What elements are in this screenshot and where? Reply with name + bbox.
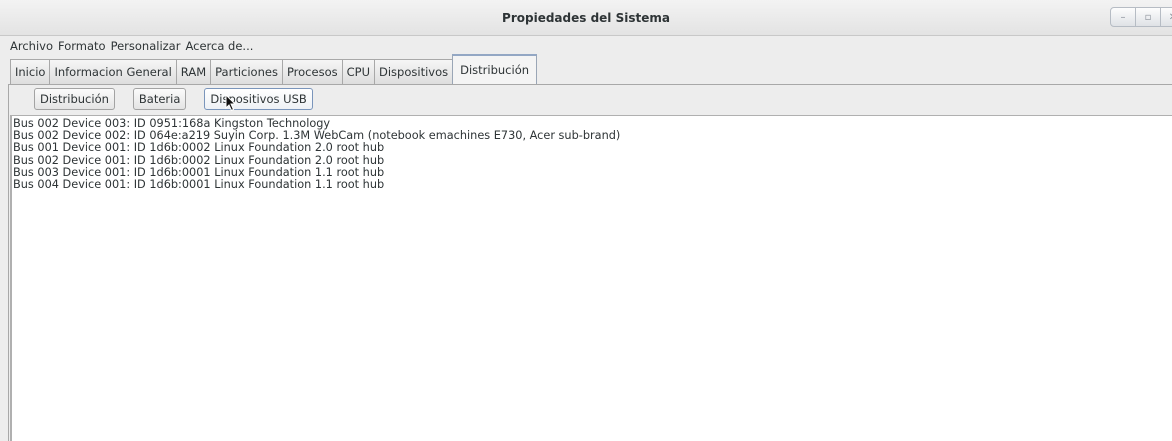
window-title: Propiedades del Sistema — [502, 11, 670, 25]
menu-bar: Archivo Formato Personalizar Acerca de..… — [0, 36, 1172, 56]
title-bar[interactable]: Propiedades del Sistema – ▫ ✕ — [0, 0, 1172, 36]
tab-informacion-general[interactable]: Informacion General — [49, 59, 177, 84]
menu-formato[interactable]: Formato — [58, 39, 106, 53]
tab-bar: Inicio Informacion General RAM Particion… — [10, 54, 538, 84]
menu-archivo[interactable]: Archivo — [10, 39, 53, 53]
tab-particiones[interactable]: Particiones — [210, 59, 283, 84]
mouse-pointer-icon — [225, 94, 237, 112]
usb-devices-button[interactable]: Dispositivos USB — [204, 88, 313, 110]
tab-procesos[interactable]: Procesos — [281, 59, 343, 84]
bateria-button[interactable]: Bateria — [132, 88, 187, 110]
tab-inicio[interactable]: Inicio — [10, 59, 51, 84]
tab-distribucion[interactable]: Distribución — [452, 54, 538, 84]
output-line: Bus 002 Device 001: ID 1d6b:0002 Linux F… — [13, 153, 385, 167]
close-icon[interactable]: ✕ — [1160, 7, 1172, 27]
menu-acerca-de[interactable]: Acerca de... — [185, 39, 253, 53]
tab-ram[interactable]: RAM — [175, 59, 212, 84]
distribucion-button[interactable]: Distribución — [34, 88, 115, 110]
output-text-area[interactable]: Bus 002 Device 003: ID 0951:168a Kingsto… — [10, 115, 1172, 441]
tab-cpu[interactable]: CPU — [341, 59, 375, 84]
minimize-icon[interactable]: – — [1110, 7, 1136, 27]
maximize-icon[interactable]: ▫ — [1135, 7, 1161, 27]
app-window: Propiedades del Sistema – ▫ ✕ Archivo Fo… — [0, 0, 1172, 441]
window-controls: – ▫ ✕ — [1110, 7, 1172, 29]
output-line: Bus 004 Device 001: ID 1d6b:0001 Linux F… — [13, 178, 385, 192]
tab-dispositivos[interactable]: Dispositivos — [374, 59, 454, 84]
menu-personalizar[interactable]: Personalizar — [111, 39, 181, 53]
output-line: Bus 001 Device 001: ID 1d6b:0002 Linux F… — [13, 141, 385, 155]
action-buttons: Distribución Bateria Dispositivos USB — [34, 88, 313, 110]
